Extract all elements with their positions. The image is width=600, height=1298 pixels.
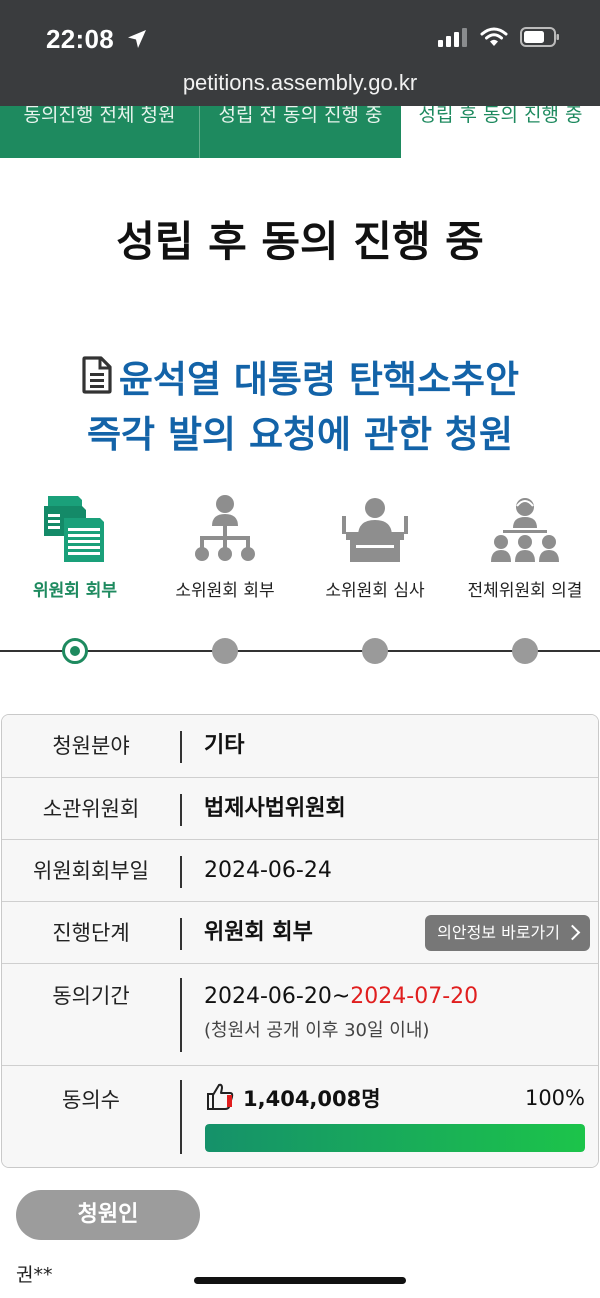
value-agree-period: 2024-06-20~2024-07-20 (청원서 공개 이후 30일 이내) (180, 964, 598, 1065)
step-committee-referral: 위원회 회부 (0, 492, 150, 601)
step-label-subcommittee-review: 소위원회 심사 (325, 581, 425, 601)
step-label-subcommittee-referral: 소위원회 회부 (175, 581, 275, 601)
page-title: 성립 후 동의 진행 중 (116, 217, 484, 266)
status-icons (438, 26, 560, 52)
agree-progress-fill (205, 1124, 585, 1152)
battery-icon (520, 26, 560, 52)
value-petition-field: 기타 (204, 733, 245, 758)
signal-icon (438, 27, 468, 51)
label-agree-count: 동의수 (62, 1088, 120, 1112)
step-dot-2 (212, 638, 238, 664)
progress-line (0, 650, 600, 652)
wifi-icon (480, 27, 508, 51)
period-start: 2024-06-20 (204, 984, 332, 1009)
tab-after-establishment[interactable]: 성립 후 동의 진행 중 (401, 106, 600, 158)
petition-tabs: 동의진행 전체 청원 성립 전 동의 진행 중 성립 후 동의 진행 중 (0, 106, 600, 158)
location-arrow-icon (126, 28, 148, 54)
petition-title: 윤석열 대통령 탄핵소추안 즉각 발의 요청에 관한 청원 (40, 352, 560, 462)
petition-info-table: 청원분야 기타 소관위원회 법제사법위원회 위원회회부일 2024-06-24 … (1, 714, 599, 1168)
group-people-icon (489, 496, 561, 568)
step-dot-1-current (62, 638, 88, 664)
agree-count: 1,404,008명 (243, 1087, 381, 1111)
petitioner-button[interactable]: 청원인 (16, 1190, 200, 1240)
label-petition-field: 청원분야 (52, 734, 130, 758)
step-subcommittee-review: 소위원회 심사 (300, 492, 450, 601)
org-chart-icon (190, 492, 260, 568)
row-committee: 소관위원회 법제사법위원회 (2, 777, 598, 839)
tab-before-establishment[interactable]: 성립 전 동의 진행 중 (200, 106, 401, 158)
petition-title-line1: 윤석열 대통령 탄핵소추안 (118, 358, 520, 401)
step-label-committee-referral: 위원회 회부 (32, 581, 118, 601)
step-subcommittee-referral: 소위원회 회부 (150, 492, 300, 601)
process-steps: 위원회 회부 소위원회 회부 소위원회 심사 전체위원회 의결 (0, 492, 600, 602)
agree-progress-bar (205, 1124, 585, 1152)
period-note: (청원서 공개 이후 30일 이내) (204, 1020, 430, 1041)
step-label-full-committee-resolution: 전체위원회 의결 (467, 581, 583, 601)
label-referral-date: 위원회회부일 (33, 859, 149, 883)
period-separator: ~ (331, 984, 351, 1009)
thumbs-up-icon (205, 1081, 235, 1115)
step-full-committee-resolution: 전체위원회 의결 (450, 492, 600, 601)
row-referral-date: 위원회회부일 2024-06-24 (2, 839, 598, 901)
row-agree-count: 동의수 1,404,008명 100% (2, 1065, 598, 1167)
home-indicator (194, 1277, 406, 1284)
period-end: 2024-07-20 (350, 984, 479, 1009)
status-time: 22:08 (46, 24, 114, 54)
agree-count-line: 1,404,008명 100% (205, 1082, 585, 1114)
url-bar[interactable]: petitions.assembly.go.kr (0, 70, 600, 96)
step-dot-3 (362, 638, 388, 664)
label-committee: 소관위원회 (42, 797, 140, 821)
value-committee: 법제사법위원회 (204, 796, 346, 821)
podium-speaker-icon (342, 496, 408, 568)
agree-percent: 100% (524, 1086, 585, 1110)
document-icon (81, 354, 113, 394)
label-stage: 진행단계 (52, 921, 130, 945)
bill-info-button[interactable]: 의안정보 바로가기 (425, 915, 590, 951)
step-dot-4 (512, 638, 538, 664)
petition-title-line2: 즉각 발의 요청에 관한 청원 (87, 413, 513, 456)
browser-status-bar: 22:08 petitions.assembly.go.kr (0, 0, 600, 106)
row-petition-field: 청원분야 기타 (2, 715, 598, 777)
row-agree-period: 동의기간 2024-06-20~2024-07-20 (청원서 공개 이후 30… (2, 963, 598, 1065)
tab-all-petitions[interactable]: 동의진행 전체 청원 (0, 106, 200, 158)
value-referral-date: 2024-06-24 (204, 858, 332, 883)
stacked-documents-icon (42, 492, 108, 568)
label-agree-period: 동의기간 (52, 984, 130, 1008)
row-stage: 진행단계 위원회 회부 의안정보 바로가기 (2, 901, 598, 963)
petitioner-name: 권** (16, 1264, 53, 1286)
